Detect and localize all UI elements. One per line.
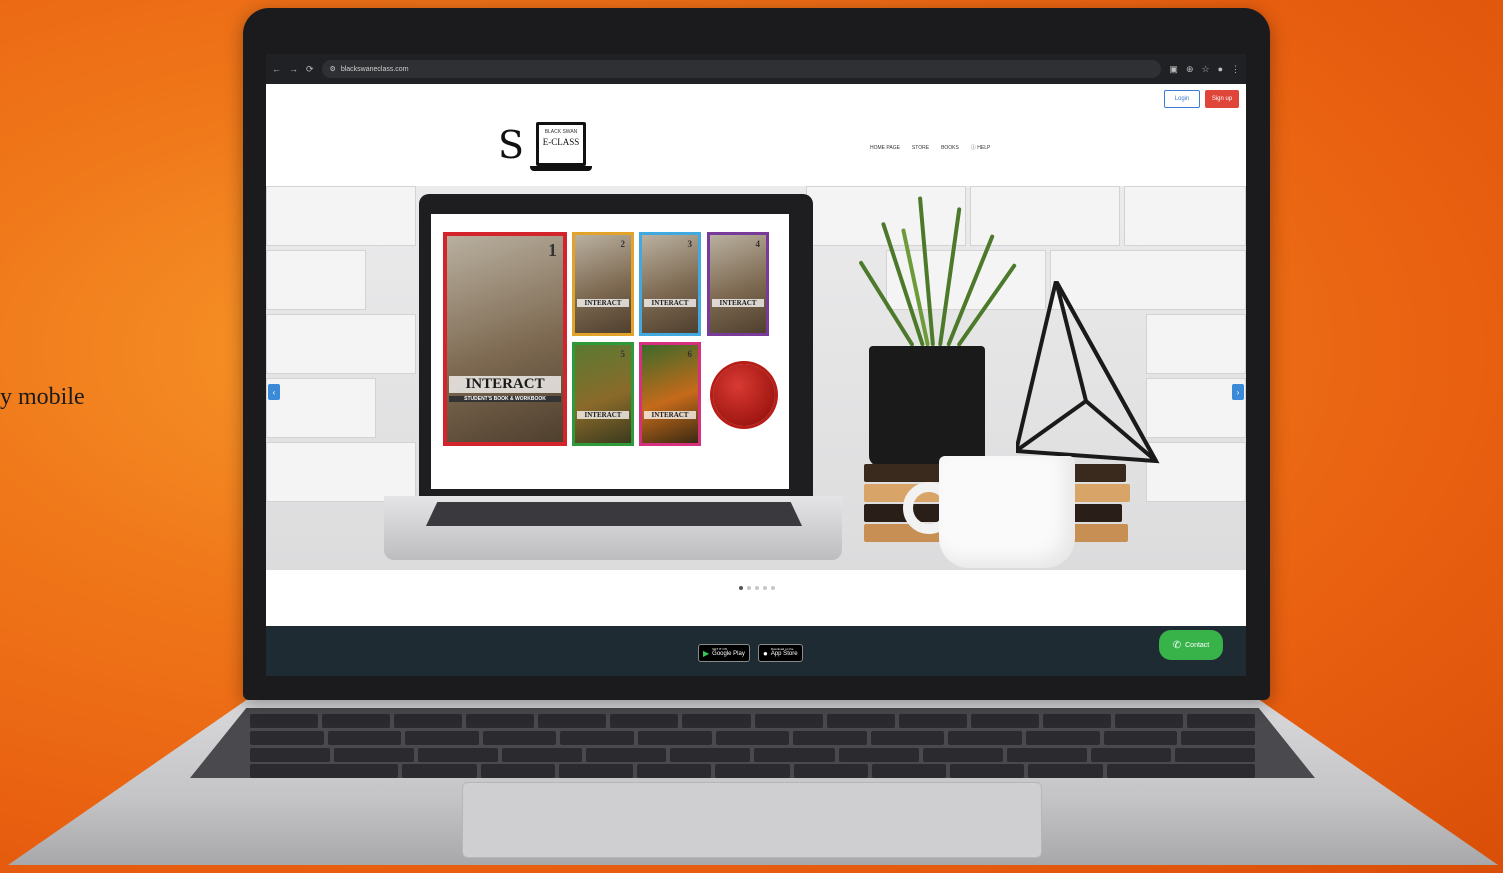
wire-prism-decor <box>1016 281 1160 464</box>
forward-icon[interactable]: → <box>289 64 298 74</box>
cover-number: 4 <box>755 239 761 249</box>
google-play-label: Google Play <box>712 651 745 658</box>
carousel-dot[interactable] <box>739 586 743 590</box>
cover-title: INTERACT <box>577 411 629 419</box>
cover-title: INTERACT <box>449 376 561 393</box>
apple-icon: ● <box>763 648 768 658</box>
google-play-icon: ▶ <box>703 648 710 658</box>
hero-laptop-keyboard <box>426 502 802 526</box>
login-button[interactable]: Login <box>1164 90 1200 108</box>
carousel-indicators <box>739 586 775 590</box>
profile-icon[interactable]: ● <box>1218 64 1223 74</box>
address-bar[interactable]: ⚙ blackswaneclass.com <box>321 60 1162 78</box>
book-cover-2: 2 INTERACT <box>572 232 634 336</box>
contact-label: Contact <box>1185 641 1210 649</box>
signup-button[interactable]: Sign up <box>1205 90 1239 108</box>
extension-icon[interactable]: ▣ <box>1169 64 1178 75</box>
swan-icon: S <box>498 123 525 167</box>
zoom-icon[interactable]: ⊕ <box>1186 64 1194 75</box>
main-nav: HOME PAGE STORE BOOKS ⓘ HELP <box>870 144 990 152</box>
nav-store[interactable]: STORE <box>912 145 929 151</box>
logo-main-text: E-CLASS <box>542 137 580 147</box>
carousel-dot[interactable] <box>755 586 759 590</box>
cover-number: 3 <box>687 239 693 249</box>
cover-number: 1 <box>548 240 557 260</box>
nav-help[interactable]: ⓘ HELP <box>971 144 990 151</box>
google-play-badge[interactable]: ▶ GET IT ON Google Play <box>698 644 750 662</box>
cover-number: 6 <box>687 349 693 359</box>
cover-subtitle: STUDENT'S BOOK & WORKBOOK <box>449 396 561 402</box>
carousel-prev-button[interactable]: ‹ <box>268 384 280 400</box>
back-icon[interactable]: ← <box>272 64 281 74</box>
site-header: Login Sign up S BLACK SWAN E-CLASS HOME … <box>266 84 1246 186</box>
site-footer: ▶ GET IT ON Google Play ● Download on th… <box>266 626 1246 676</box>
whatsapp-contact-button[interactable]: ✆ Contact <box>1159 630 1223 660</box>
plant-pot <box>869 346 985 466</box>
cover-number: 5 <box>620 349 626 359</box>
cover-title: INTERACT <box>577 299 629 307</box>
nav-home[interactable]: HOME PAGE <box>870 145 900 151</box>
side-caption: y mobile <box>0 384 85 410</box>
app-store-label: App Store <box>770 651 798 658</box>
reload-icon[interactable]: ⟳ <box>306 64 314 75</box>
laptop-trackpad <box>462 782 1042 858</box>
book-cover-3: 3 INTERACT <box>639 232 701 336</box>
cover-title: INTERACT <box>644 411 696 419</box>
nav-help-label: HELP <box>977 145 991 151</box>
book-cover-1: 1 INTERACT STUDENT'S BOOK & WORKBOOK <box>443 232 567 446</box>
carousel-dot[interactable] <box>763 586 767 590</box>
site-info-icon[interactable]: ⚙ <box>330 65 336 73</box>
logo-laptop-base <box>530 166 592 171</box>
book-cover-5: 5 INTERACT <box>572 342 634 446</box>
hero-laptop-screen: 1 INTERACT STUDENT'S BOOK & WORKBOOK 2 I… <box>431 214 789 489</box>
cover-title: INTERACT <box>644 299 696 307</box>
cover-title: INTERACT <box>712 299 764 307</box>
browser-toolbar: ← → ⟳ ⚙ blackswaneclass.com ▣ ⊕ ☆ ● ⋮ <box>266 54 1246 84</box>
wax-seal-icon <box>713 364 775 426</box>
star-icon[interactable]: ☆ <box>1201 64 1209 75</box>
logo-top-text: BLACK SWAN <box>544 129 578 135</box>
carousel-dot[interactable] <box>771 586 775 590</box>
logo-laptop-icon: BLACK SWAN E-CLASS <box>536 122 586 166</box>
book-cover-6: 6 INTERACT <box>639 342 701 446</box>
coffee-mug <box>939 456 1075 568</box>
help-icon: ⓘ <box>970 145 976 151</box>
url-text: blackswaneclass.com <box>340 65 409 73</box>
cover-number: 2 <box>620 239 626 249</box>
site-logo[interactable]: S BLACK SWAN E-CLASS <box>498 122 592 174</box>
nav-books[interactable]: BOOKS <box>941 145 959 151</box>
menu-icon[interactable]: ⋮ <box>1231 64 1240 75</box>
laptop-keyboard <box>190 708 1315 778</box>
book-cover-4: 4 INTERACT <box>707 232 769 336</box>
carousel-dot[interactable] <box>747 586 751 590</box>
hero-carousel: 1 INTERACT STUDENT'S BOOK & WORKBOOK 2 I… <box>266 186 1246 570</box>
carousel-next-button[interactable]: › <box>1232 384 1244 400</box>
whatsapp-icon: ✆ <box>1172 639 1182 651</box>
laptop-screen: ← → ⟳ ⚙ blackswaneclass.com ▣ ⊕ ☆ ● ⋮ Lo… <box>266 54 1246 676</box>
app-store-badge[interactable]: ● Download on the App Store <box>758 644 803 662</box>
